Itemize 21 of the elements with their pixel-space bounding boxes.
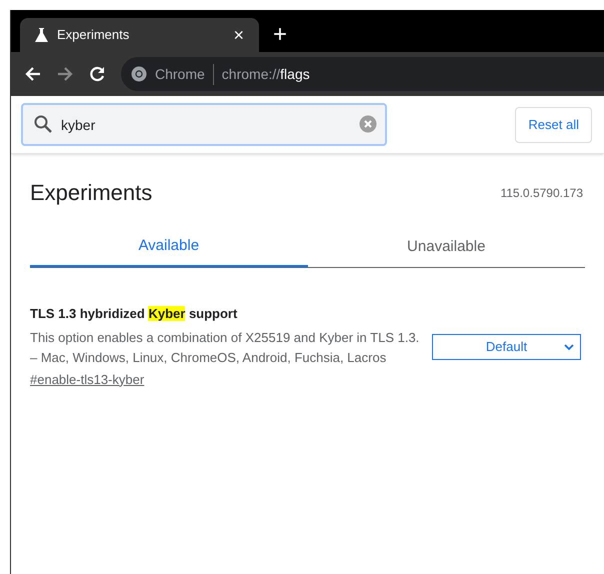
chrome-logo-icon — [131, 66, 147, 82]
chevron-down-icon — [564, 344, 574, 350]
experiment-description: This option enables a combination of X25519 and Kyber in TLS 1.3. – Mac, Windows, Linux, ChromeOS, Android, Fuchsia, Lacros — [30, 328, 420, 366]
tab-title: Experiments — [57, 26, 130, 44]
close-tab-button[interactable]: × — [233, 26, 244, 44]
reset-all-button[interactable]: Reset all — [515, 106, 592, 142]
tab[interactable]: Available — [30, 227, 308, 267]
page-heading: Experiments — [30, 179, 152, 207]
tab[interactable]: Unavailable — [308, 227, 585, 267]
experiment-select[interactable]: Default — [432, 334, 581, 360]
search-field[interactable]: kyber — [21, 103, 387, 146]
browser-tab[interactable]: Experiments × — [20, 18, 259, 52]
address-bar[interactable]: Chrome chrome://flags — [121, 57, 604, 91]
new-tab-button[interactable]: + — [259, 18, 302, 52]
site-label: Chrome — [155, 64, 214, 84]
flask-icon — [35, 28, 48, 42]
search-icon — [33, 114, 53, 134]
url-text: chrome://flags — [222, 64, 310, 84]
clear-icon[interactable] — [359, 115, 377, 133]
version-text: 115.0.5790.173 — [500, 184, 583, 202]
experiment-link[interactable]: #enable-tls13-kyber — [30, 370, 144, 389]
